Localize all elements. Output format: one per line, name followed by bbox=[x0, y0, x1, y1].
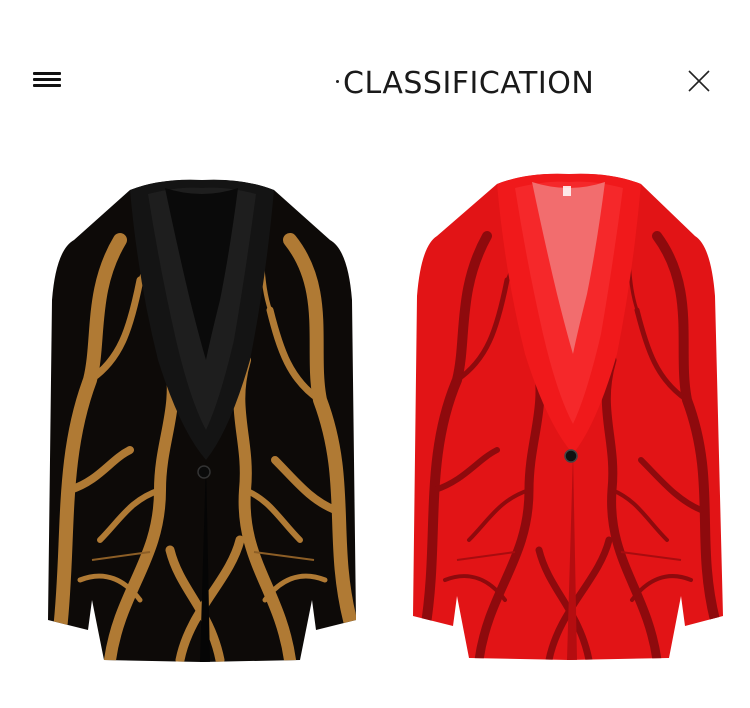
red-blazer-image bbox=[413, 173, 723, 660]
header: CLASSIFICATION bbox=[0, 0, 750, 130]
page-title: CLASSIFICATION bbox=[336, 66, 594, 102]
hamburger-menu-icon[interactable] bbox=[33, 72, 63, 90]
close-icon[interactable] bbox=[687, 69, 711, 93]
page-title-text: CLASSIFICATION bbox=[343, 66, 595, 101]
menu-bar bbox=[33, 78, 61, 81]
black-gold-blazer-image bbox=[48, 179, 356, 662]
product-grid bbox=[0, 160, 750, 680]
product-card-red-blazer[interactable] bbox=[395, 160, 735, 670]
menu-bar bbox=[33, 72, 61, 75]
menu-bar bbox=[33, 84, 61, 87]
product-card-black-gold-blazer[interactable] bbox=[30, 160, 370, 670]
title-dot bbox=[336, 80, 339, 83]
